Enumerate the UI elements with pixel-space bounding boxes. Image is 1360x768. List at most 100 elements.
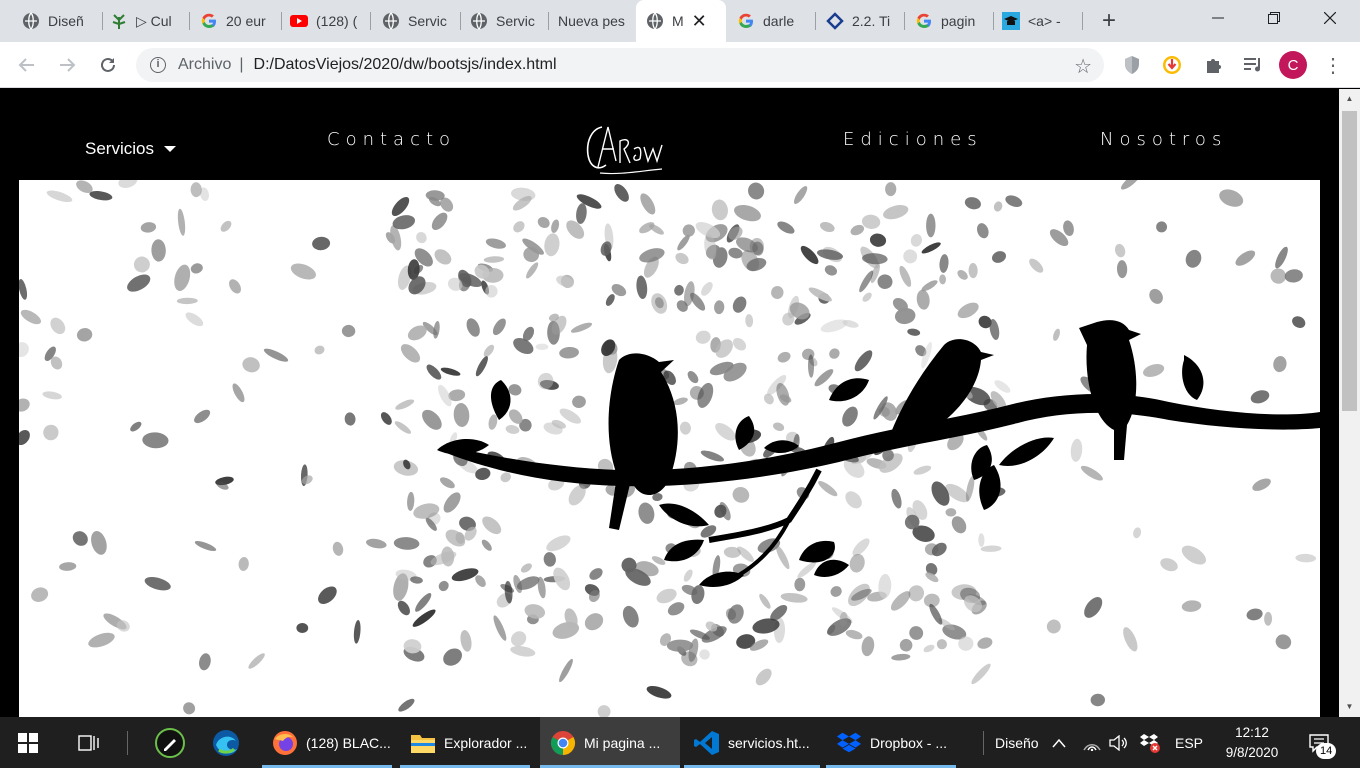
menu-kebab-icon[interactable]: ⋮: [1322, 54, 1344, 77]
new-tab-button[interactable]: +: [1097, 6, 1121, 36]
tab-title: Servic: [496, 13, 535, 29]
leaf-petal: [232, 383, 245, 403]
tab-9[interactable]: darle: [737, 6, 807, 36]
profile-avatar[interactable]: C: [1279, 51, 1307, 79]
tab-7[interactable]: Nueva pes: [558, 6, 634, 36]
tab-8-active[interactable]: M ✕: [636, 0, 726, 42]
tab-3[interactable]: 20 eur: [200, 6, 274, 36]
leaf-petal: [31, 587, 49, 602]
leaf-petal: [398, 698, 415, 712]
leaf-petal: [510, 645, 536, 657]
clock-time: 12:12: [1235, 724, 1269, 740]
wifi-icon[interactable]: [1082, 717, 1102, 768]
leaf-petal: [1149, 288, 1163, 304]
leaf-petal: [939, 274, 947, 285]
leaf-petal: [732, 487, 750, 503]
notifications-button[interactable]: 14: [1308, 717, 1337, 768]
leaf-petal: [1160, 558, 1178, 572]
leaf-petal: [732, 296, 747, 313]
leaf-petal: [140, 222, 157, 233]
plant-icon: [110, 12, 128, 30]
taskbar-app-firefox[interactable]: (128) BLAC...: [262, 717, 396, 768]
leaf-petal: [923, 644, 935, 653]
taskbar-app-explorer[interactable]: Explorador ...: [400, 717, 534, 768]
taskbar-app-chrome[interactable]: Mi pagina ...: [540, 717, 680, 768]
input-language[interactable]: ESP: [1175, 717, 1203, 768]
tab-5[interactable]: Servic: [382, 6, 454, 36]
pinned-app-pen[interactable]: [155, 717, 185, 768]
tab-1[interactable]: Diseñ: [22, 6, 96, 36]
scroll-thumb[interactable]: [1342, 111, 1357, 411]
leaf-petal: [1046, 619, 1061, 634]
leaf-petal: [667, 602, 685, 616]
page-scrollbar[interactable]: ▲ ▼: [1339, 89, 1360, 717]
scheme-label: Archivo: [178, 56, 232, 73]
leaf-petal: [797, 561, 817, 578]
minimize-button[interactable]: [1190, 0, 1246, 36]
tab-title: darle: [763, 13, 795, 29]
leaf-petal: [1270, 268, 1287, 284]
servicios-dropdown[interactable]: Servicios: [85, 139, 176, 159]
scroll-up-arrow-icon[interactable]: ▲: [1339, 91, 1360, 107]
close-icon[interactable]: ✕: [692, 11, 707, 32]
leaf-petal: [1029, 258, 1044, 273]
leaf-petal: [771, 286, 784, 299]
site-logo[interactable]: [580, 119, 670, 184]
taskbar-app-dropbox[interactable]: Dropbox - ...: [826, 717, 960, 768]
diamond-icon: [826, 12, 844, 30]
close-window-button[interactable]: [1302, 0, 1358, 36]
pinned-app-edge[interactable]: [211, 717, 241, 768]
tab-6[interactable]: Servic: [470, 6, 542, 36]
leaf-petal: [416, 232, 427, 244]
bookmark-star-icon[interactable]: ☆: [1074, 54, 1092, 79]
leaf-petal: [992, 251, 1006, 263]
tab-11[interactable]: pagin: [915, 6, 985, 36]
leaf-petal: [777, 351, 791, 363]
nav-link-ediciones[interactable]: Ediciones: [843, 129, 983, 150]
leaf-petal: [877, 274, 893, 290]
taskbar-app-vscode[interactable]: servicios.ht...: [684, 717, 824, 768]
tab-12[interactable]: <a> -: [1002, 6, 1074, 36]
leaf-petal: [794, 577, 806, 592]
tab-4[interactable]: (128) (: [290, 6, 360, 36]
media-control-icon[interactable]: [1242, 54, 1264, 76]
leaf-petal: [830, 586, 842, 597]
info-icon[interactable]: i: [150, 57, 166, 73]
leaf-petal: [572, 395, 586, 409]
tab-2[interactable]: ▷ Cul: [110, 6, 182, 36]
dropbox-sync-error-icon[interactable]: [1139, 717, 1161, 768]
tab-10[interactable]: 2.2. Ti: [826, 6, 898, 36]
reload-button[interactable]: [94, 51, 122, 79]
leaf-petal: [820, 319, 848, 333]
start-button[interactable]: [18, 717, 38, 768]
maximize-button[interactable]: [1246, 0, 1302, 36]
tray-toolbar-label[interactable]: Diseño: [995, 717, 1039, 768]
shield-extension-icon[interactable]: [1121, 54, 1143, 76]
leaf-petal: [483, 344, 495, 357]
extensions-puzzle-icon[interactable]: [1202, 54, 1224, 76]
tab-title: M: [672, 13, 684, 29]
volume-icon[interactable]: [1108, 717, 1128, 768]
clock[interactable]: 12:12 9/8/2020: [1218, 717, 1286, 768]
leaf-petal: [546, 535, 571, 552]
leaf-petal: [824, 265, 837, 276]
leaf-petal: [88, 632, 115, 648]
leaf-petal: [862, 292, 872, 302]
address-bar[interactable]: i Archivo | D:/DatosViejos/2020/dw/boots…: [136, 48, 1104, 82]
leaf-petal: [683, 569, 693, 582]
leaf-petal: [194, 409, 211, 424]
task-view-button[interactable]: [78, 717, 100, 768]
scroll-down-arrow-icon[interactable]: ▼: [1339, 699, 1360, 715]
download-extension-icon[interactable]: [1161, 54, 1183, 76]
leaf-petal: [19, 429, 30, 446]
nav-link-contacto[interactable]: Contacto: [327, 129, 456, 150]
chevron-up-icon[interactable]: [1052, 717, 1066, 768]
back-button[interactable]: [13, 51, 41, 79]
leaf-petal: [695, 330, 711, 344]
forward-button[interactable]: [53, 51, 81, 79]
leaf-petal: [130, 421, 142, 432]
nav-link-nosotros[interactable]: Nosotros: [1100, 129, 1227, 150]
taskbar-app-label: (128) BLAC...: [306, 734, 391, 751]
leaf-petal: [772, 422, 785, 432]
arrow-left-icon: [18, 58, 34, 72]
